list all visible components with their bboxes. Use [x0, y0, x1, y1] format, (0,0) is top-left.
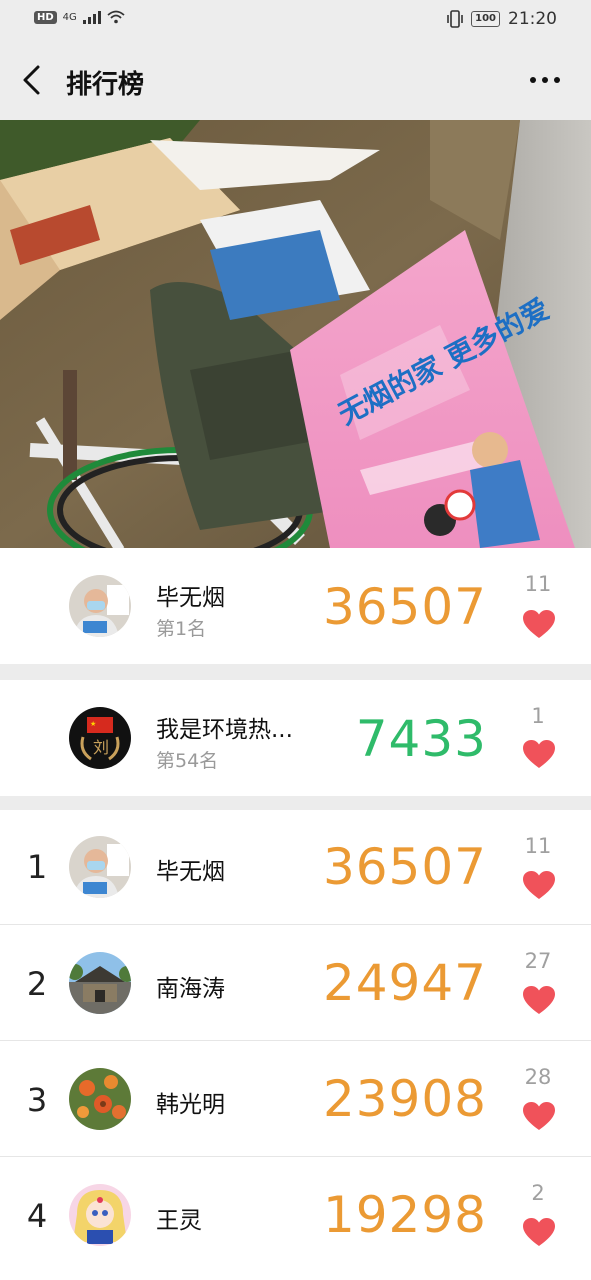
back-arrow-icon[interactable]: [18, 64, 48, 96]
more-options-icon[interactable]: [529, 70, 561, 90]
avatar: [69, 952, 131, 1014]
hd-indicator: HD: [34, 10, 57, 24]
heart-icon[interactable]: [523, 1102, 555, 1131]
like-count: 11: [524, 572, 552, 596]
user-rank: 第54名: [156, 750, 219, 772]
rank-number: 3: [26, 1081, 48, 1119]
rank-number: 2: [26, 965, 48, 1003]
user-name: 我是环境热...: [156, 717, 293, 743]
step-count: 7433: [355, 710, 487, 768]
step-count: 19298: [322, 1186, 487, 1244]
section-divider: [0, 664, 591, 680]
avatar: ★ 刘: [69, 707, 131, 769]
avatar: [69, 836, 131, 898]
step-count: 36507: [322, 578, 487, 636]
ranking-row[interactable]: 1 毕无烟 36507 11: [0, 810, 591, 924]
heart-icon[interactable]: [523, 871, 555, 900]
avatar: [69, 1184, 131, 1246]
heart-icon[interactable]: [523, 1218, 555, 1247]
rank-number: 1: [26, 848, 48, 886]
step-count: 36507: [322, 838, 487, 896]
vibrate-icon: [447, 10, 463, 28]
step-count: 23908: [322, 1070, 487, 1128]
avatar: [69, 575, 131, 637]
rank-number: 4: [26, 1197, 48, 1235]
like-count: 1: [531, 704, 545, 728]
page-title: 排行榜: [66, 70, 145, 100]
user-name: 韩光明: [156, 1092, 225, 1118]
svg-text:★: ★: [90, 720, 96, 728]
like-count: 28: [524, 1065, 552, 1089]
user-name: 毕无烟: [156, 585, 225, 611]
user-name: 南海涛: [156, 976, 225, 1002]
clock: 21:20: [508, 9, 557, 29]
network-type: 4G: [62, 11, 77, 23]
battery-icon: 100: [471, 11, 500, 27]
title-bar: 排行榜: [0, 40, 591, 120]
svg-text:刘: 刘: [93, 738, 109, 757]
my-entry-secondary[interactable]: ★ 刘 我是环境热... 第54名 7433 1: [0, 680, 591, 796]
heart-icon[interactable]: [523, 740, 555, 769]
ranking-row[interactable]: 4 王灵 19298 2: [0, 1157, 591, 1272]
ranking-row[interactable]: 2 南海涛 24947 27: [0, 925, 591, 1040]
step-count: 24947: [322, 954, 487, 1012]
avatar: [69, 1068, 131, 1130]
like-count: 11: [524, 834, 552, 858]
like-count: 2: [531, 1181, 545, 1205]
like-count: 27: [524, 949, 552, 973]
wifi-icon: [107, 10, 125, 24]
user-name: 王灵: [156, 1208, 202, 1234]
signal-icon: [82, 10, 101, 24]
cover-photo: 无烟的家 更多的爱: [0, 120, 591, 548]
section-divider: [0, 796, 591, 810]
status-bar: HD 4G 100 21:20: [0, 0, 591, 40]
user-rank: 第1名: [156, 618, 207, 640]
heart-icon[interactable]: [523, 610, 555, 639]
heart-icon[interactable]: [523, 986, 555, 1015]
ranking-row[interactable]: 3 韩光明 23908 28: [0, 1041, 591, 1156]
my-entry-primary[interactable]: 毕无烟 第1名 36507 11: [0, 548, 591, 664]
user-name: 毕无烟: [156, 859, 225, 885]
